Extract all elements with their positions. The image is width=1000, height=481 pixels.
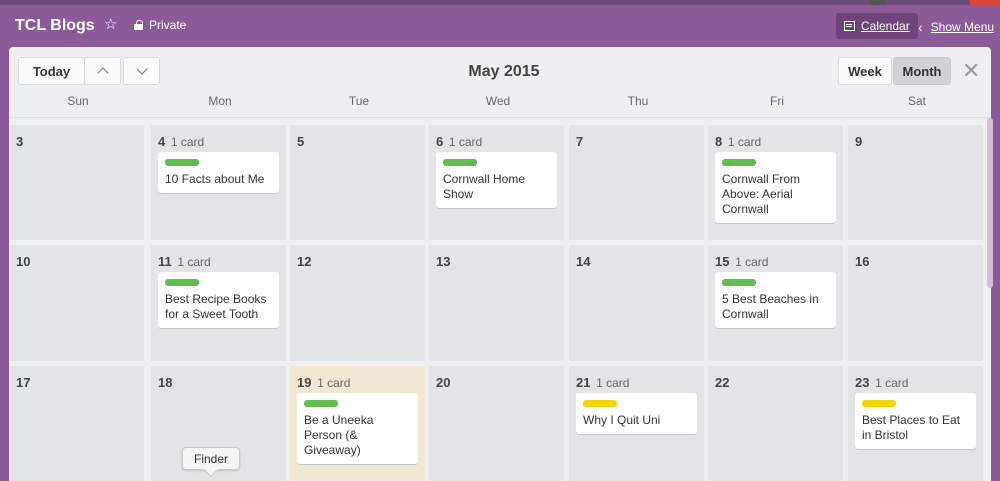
- day-cell[interactable]: 17: [9, 366, 144, 481]
- day-number: 9: [855, 134, 863, 149]
- day-number: 15 1 card: [715, 254, 769, 269]
- day-cell[interactable]: 22: [708, 366, 843, 481]
- card-label: [583, 400, 617, 407]
- day-cell[interactable]: 23 1 card Best Places to Eat in Bristol: [848, 366, 983, 481]
- day-cell[interactable]: 9: [848, 125, 983, 240]
- day-cell[interactable]: 16: [848, 245, 983, 361]
- day-cell[interactable]: 15 1 card 5 Best Beaches in Cornwall: [708, 245, 843, 361]
- star-icon[interactable]: ☆: [104, 15, 117, 33]
- day-cell[interactable]: 20: [429, 366, 564, 481]
- card-count: 1 card: [735, 255, 769, 269]
- calendar-card[interactable]: Best Places to Eat in Bristol: [855, 393, 976, 449]
- card-title: Best Recipe Books for a Sweet Tooth: [165, 292, 267, 321]
- card-label: [862, 400, 896, 407]
- week-view-button[interactable]: Week: [838, 57, 892, 85]
- day-number: 23 1 card: [855, 375, 909, 390]
- day-cell[interactable]: 21 1 card Why I Quit Uni: [569, 366, 704, 481]
- weekday-header: Fri: [770, 94, 784, 108]
- weekday-header: Tue: [348, 94, 370, 108]
- weekday-header: Mon: [208, 94, 232, 108]
- day-cell[interactable]: 12: [290, 245, 425, 361]
- board-title[interactable]: TCL Blogs: [15, 17, 95, 35]
- card-count: 1 card: [875, 376, 909, 390]
- day-number: 12: [297, 254, 312, 269]
- day-number: 13: [436, 254, 451, 269]
- day-cell[interactable]: 7: [569, 125, 704, 240]
- day-number: 22: [715, 375, 730, 390]
- calendar-panel: Today May 2015 Week Month ✕ Sun Mon Tue Wed…: [9, 47, 991, 481]
- card-label: [304, 400, 338, 407]
- card-label: [443, 159, 477, 166]
- card-title: Best Places to Eat in Bristol: [862, 413, 961, 442]
- day-number: 10: [16, 254, 31, 269]
- day-cell-today[interactable]: 19 1 card Be a Uneeka Person (& Giveaway): [290, 366, 425, 481]
- day-number: 18: [158, 375, 173, 390]
- card-count: 1 card: [596, 376, 630, 390]
- day-number: 19 1 card: [297, 375, 351, 390]
- privacy-button[interactable]: Private: [134, 18, 186, 32]
- show-menu-button[interactable]: ‹ Show Menu: [918, 19, 994, 35]
- weekday-header: Sat: [907, 94, 926, 108]
- card-title: Cornwall Home Show: [443, 172, 526, 201]
- card-label: [722, 279, 756, 286]
- card-label: [722, 159, 756, 166]
- privacy-label: Private: [149, 18, 187, 32]
- calendar-card[interactable]: Best Recipe Books for a Sweet Tooth: [158, 272, 279, 328]
- card-title: Cornwall From Above: Aerial Cornwall: [722, 172, 801, 216]
- board-header: TCL Blogs ☆ Private Calendar ‹ Show Menu: [0, 5, 1000, 47]
- day-cell[interactable]: 11 1 card Best Recipe Books for a Sweet T…: [151, 245, 286, 361]
- day-cell[interactable]: 3: [9, 125, 144, 240]
- day-number: 14: [576, 254, 591, 269]
- day-number: 16: [855, 254, 870, 269]
- card-title: 5 Best Beaches in Cornwall: [722, 292, 819, 321]
- card-count: 1 card: [177, 255, 211, 269]
- chevron-left-icon: ‹: [918, 19, 923, 35]
- weekday-header: Thu: [627, 94, 649, 108]
- close-icon[interactable]: ✕: [962, 58, 980, 84]
- weekday-header: Sun: [67, 94, 89, 108]
- day-number: 4 1 card: [158, 134, 205, 149]
- day-number: 5: [297, 134, 305, 149]
- card-count: 1 card: [448, 135, 483, 149]
- day-cell[interactable]: 4 1 card 10 Facts about Me: [151, 125, 286, 240]
- day-number: 6 1 card: [436, 134, 483, 149]
- day-number: 21 1 card: [576, 375, 630, 390]
- calendar-icon: [844, 21, 855, 31]
- day-cell[interactable]: 6 1 card Cornwall Home Show: [429, 125, 564, 240]
- card-label: [165, 159, 199, 166]
- month-view-button[interactable]: Month: [893, 57, 951, 85]
- card-count: 1 card: [317, 376, 351, 390]
- calendar-card[interactable]: Cornwall From Above: Aerial Cornwall: [715, 152, 836, 223]
- day-number: 3: [16, 134, 24, 149]
- day-cell[interactable]: 14: [569, 245, 704, 361]
- lock-icon: [134, 20, 143, 30]
- card-title: Why I Quit Uni: [583, 413, 661, 427]
- calendar-button[interactable]: Calendar: [836, 13, 918, 39]
- card-count: 1 card: [170, 135, 205, 149]
- day-number: 7: [576, 134, 584, 149]
- day-cell[interactable]: 13: [429, 245, 564, 361]
- show-menu-label: Show Menu: [930, 20, 995, 34]
- card-count: 1 card: [727, 135, 762, 149]
- header-divider: [9, 117, 991, 118]
- day-number: 11 1 card: [158, 254, 211, 269]
- finder-tooltip: Finder: [182, 447, 240, 470]
- day-number: 20: [436, 375, 451, 390]
- calendar-card[interactable]: 5 Best Beaches in Cornwall: [715, 272, 836, 328]
- card-label: [165, 279, 199, 286]
- calendar-card[interactable]: Why I Quit Uni: [576, 393, 697, 434]
- scrollbar[interactable]: [987, 118, 993, 288]
- day-number: 17: [16, 375, 31, 390]
- weekday-header: Wed: [485, 94, 511, 108]
- calendar-card[interactable]: Cornwall Home Show: [436, 152, 557, 208]
- day-number: 8 1 card: [715, 134, 762, 149]
- calendar-label: Calendar: [861, 19, 910, 33]
- card-title: 10 Facts about Me: [165, 172, 265, 186]
- day-cell[interactable]: 8 1 card Cornwall From Above: Aerial Corn…: [708, 125, 843, 240]
- card-title: Be a Uneeka Person (& Giveaway): [304, 413, 374, 457]
- day-cell[interactable]: 10: [9, 245, 144, 361]
- calendar-card[interactable]: 10 Facts about Me: [158, 152, 279, 193]
- day-cell[interactable]: 5: [290, 125, 425, 240]
- calendar-card[interactable]: Be a Uneeka Person (& Giveaway): [297, 393, 418, 464]
